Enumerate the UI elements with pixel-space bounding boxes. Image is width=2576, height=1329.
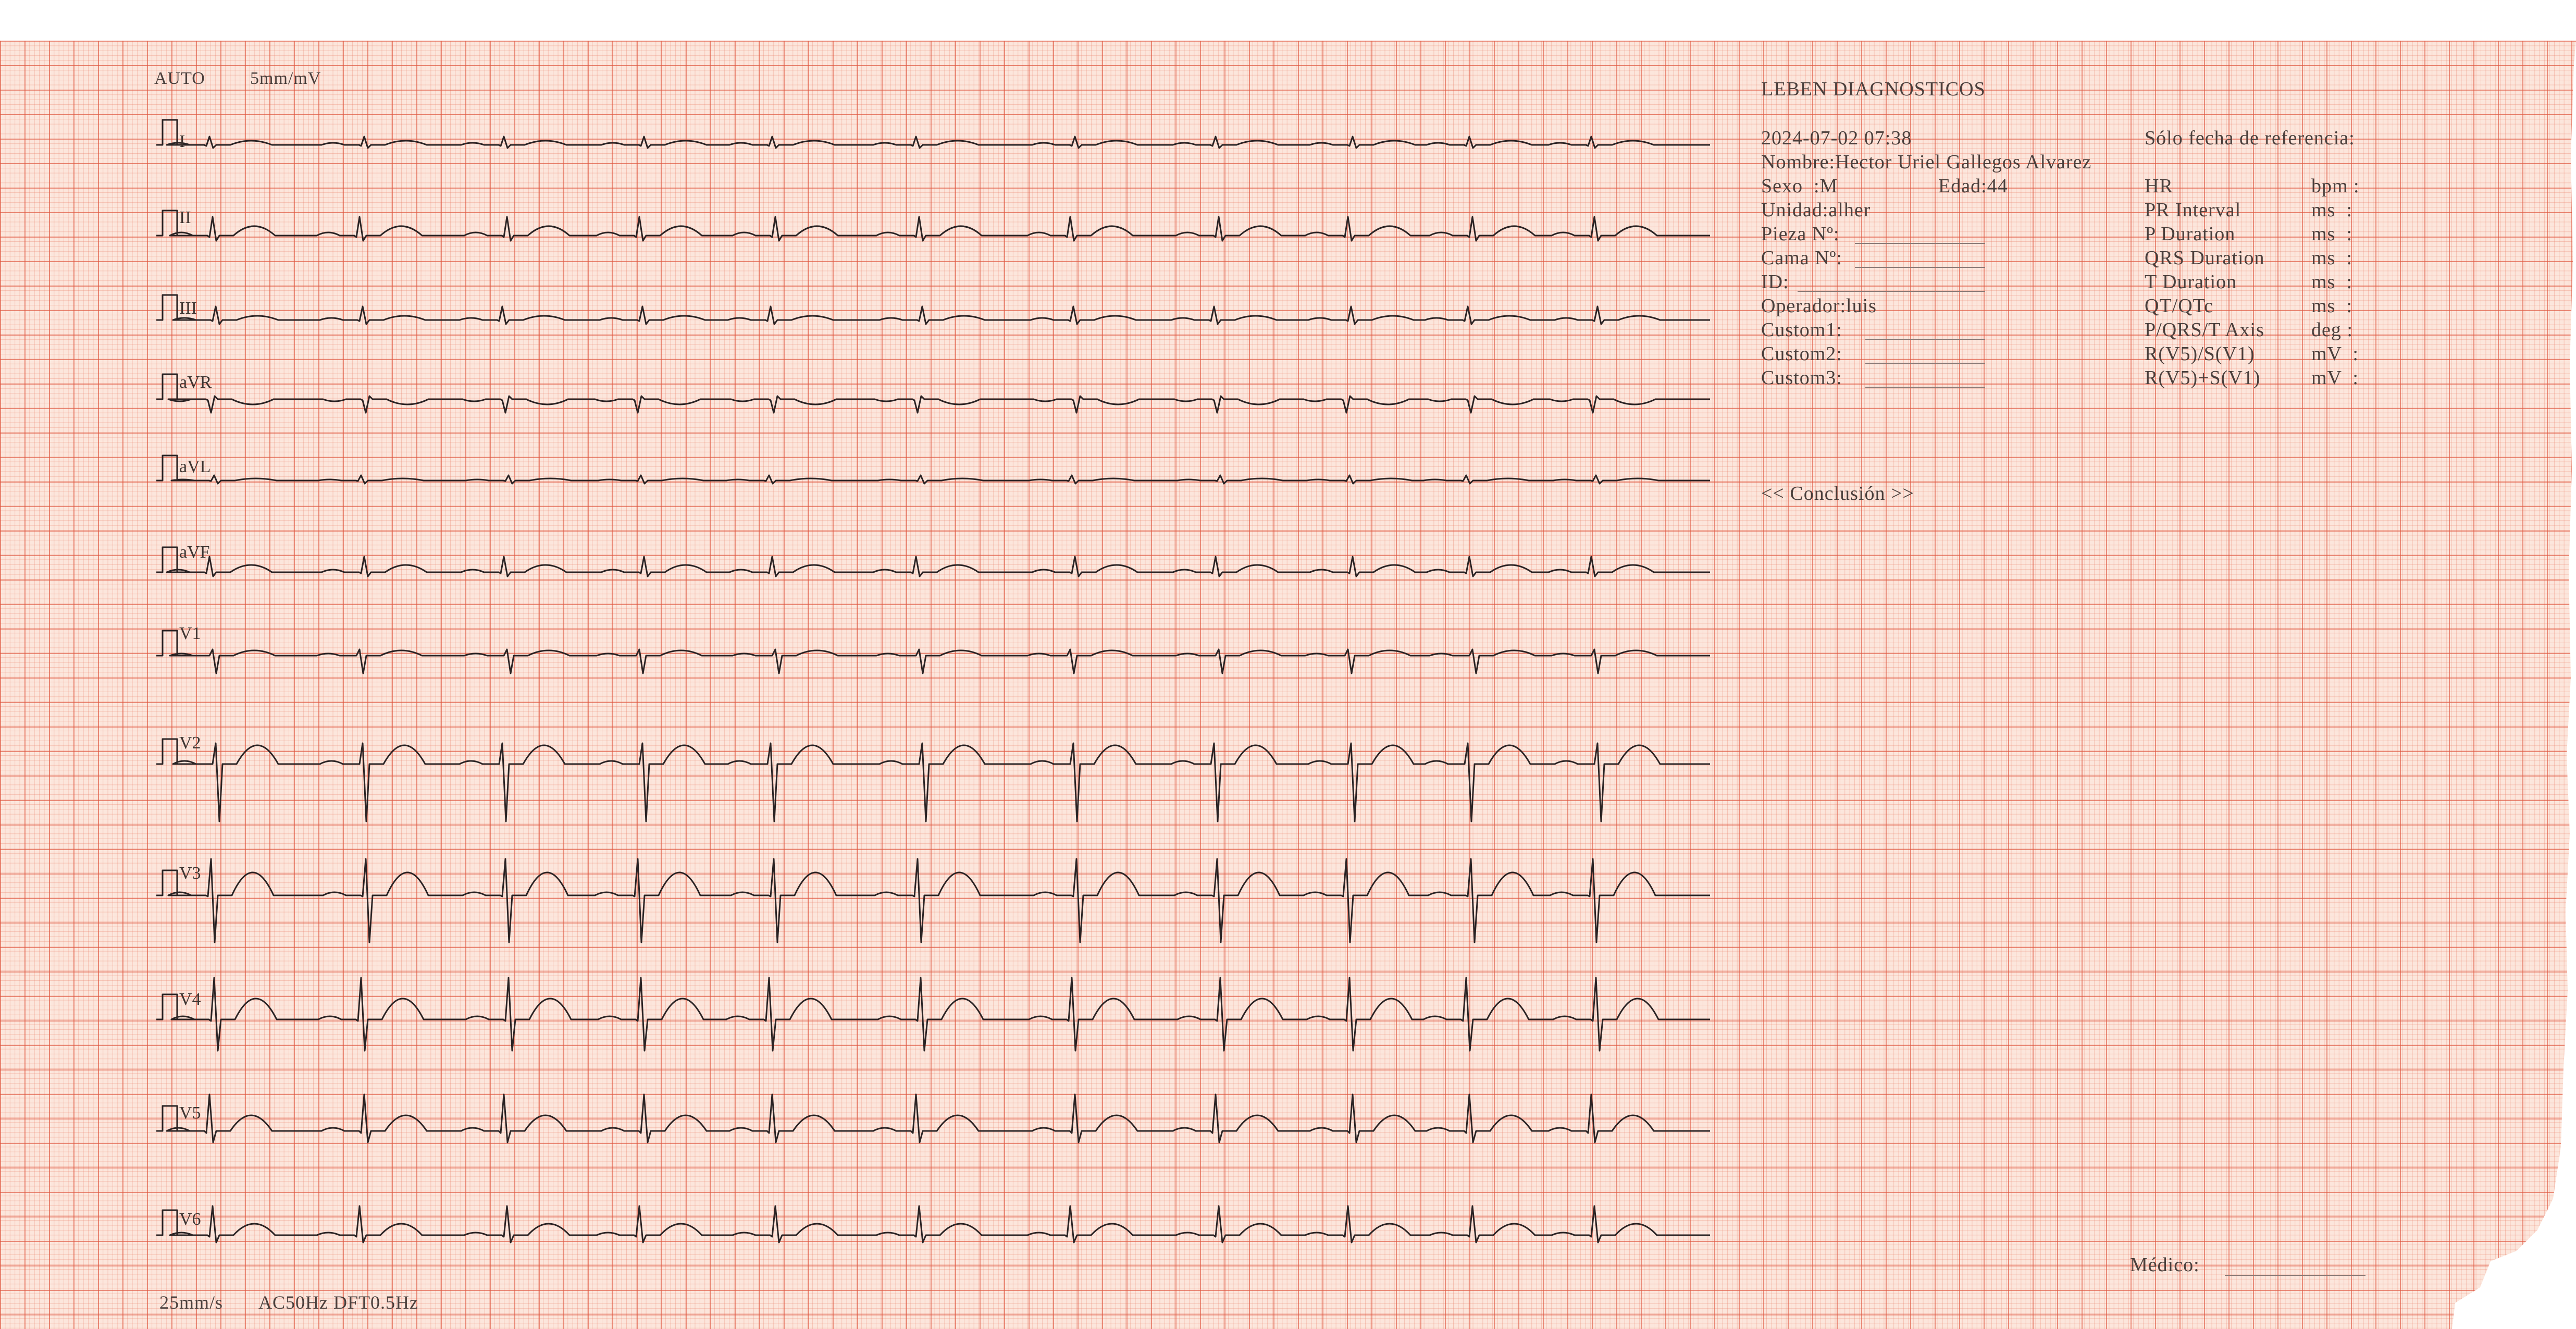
ecg-trace-I [156, 119, 1710, 149]
ecg-trace-aVF [156, 546, 1710, 577]
physician-signature-blank [2225, 1275, 2366, 1276]
lead-label-aVL: aVL [179, 457, 211, 476]
patient-sex: Sexo :M [1761, 175, 1838, 197]
measurement-unit-hr: bpm : [2311, 175, 2360, 197]
ecg-trace-aVR [156, 373, 1710, 414]
lead-label-V2: V2 [179, 733, 201, 753]
piece-number-blank [1855, 243, 1985, 244]
paper-speed-label: 25mm/s [159, 1292, 224, 1313]
measurement-label-axis: P/QRS/T Axis [2145, 319, 2264, 341]
measurement-label-hr: HR [2145, 175, 2173, 197]
custom2-blank [1865, 363, 1985, 364]
gain-label: 5mm/mV [250, 69, 321, 88]
ecg-trace-V5 [156, 1093, 1710, 1143]
custom1-field: Custom1: [1761, 319, 1842, 341]
custom2-field: Custom2: [1761, 343, 1842, 365]
lead-label-V3: V3 [179, 864, 201, 883]
id-blank [1798, 291, 1985, 292]
measurement-label-qt: QT/QTc [2145, 295, 2214, 317]
institution-name: LEBEN DIAGNOSTICOS [1761, 78, 1986, 100]
ecg-trace-V1 [156, 630, 1710, 674]
ecg-trace-V4 [156, 977, 1710, 1052]
custom3-blank [1865, 387, 1985, 388]
lead-label-aVF: aVF [179, 543, 210, 562]
measurement-unit-qrs: ms : [2311, 247, 2352, 269]
operator-name: Operador:luis [1761, 295, 1877, 317]
ecg-trace-V3 [156, 858, 1710, 943]
patient-name: Nombre:Hector Uriel Gallegos Alvarez [1761, 151, 2092, 173]
lead-label-I: I [179, 132, 185, 151]
patient-age: Edad:44 [1938, 175, 2008, 197]
measurement-unit-rv5-sv1-sum: mV : [2311, 367, 2359, 389]
physician-signature-label: Médico: [2130, 1254, 2200, 1276]
ecg-trace-II [156, 210, 1710, 242]
measurement-label-rv5-sv1-sum: R(V5)+S(V1) [2145, 367, 2261, 389]
ecg-trace-V2 [156, 738, 1710, 822]
custom1-blank [1865, 339, 1985, 340]
lead-label-III: III [179, 299, 197, 318]
measurement-label-qrs: QRS Duration [2145, 247, 2265, 269]
measurement-unit-pr: ms : [2311, 199, 2352, 221]
reference-date-note: Sólo fecha de referencia: [2145, 127, 2355, 149]
lead-label-V5: V5 [179, 1103, 201, 1123]
filter-settings-label: AC50Hz DFT0.5Hz [258, 1292, 418, 1313]
custom3-field: Custom3: [1761, 367, 1842, 389]
measurement-unit-axis: deg : [2311, 319, 2353, 341]
measurement-unit-qt: ms : [2311, 295, 2352, 317]
lead-label-aVR: aVR [179, 373, 212, 392]
lead-label-V1: V1 [179, 624, 201, 643]
patient-piece-number: Pieza Nº: [1761, 223, 1840, 245]
ecg-trace-III [156, 294, 1710, 325]
mode-label: AUTO [154, 69, 205, 88]
conclusion-heading: << Conclusión >> [1761, 483, 1914, 504]
lead-label-V4: V4 [179, 990, 201, 1009]
exam-datetime: 2024-07-02 07:38 [1761, 127, 1912, 149]
ecg-trace-V6 [156, 1205, 1710, 1244]
measurement-label-t-duration: T Duration [2145, 271, 2237, 293]
measurement-unit-p-duration: ms : [2311, 223, 2352, 245]
lead-label-V6: V6 [179, 1210, 201, 1229]
measurement-unit-t-duration: ms : [2311, 271, 2352, 293]
measurement-label-p-duration: P Duration [2145, 223, 2236, 245]
measurement-unit-rv5-sv1-ratio: mV : [2311, 343, 2359, 365]
measurement-label-rv5-sv1-ratio: R(V5)/S(V1) [2145, 343, 2255, 365]
lead-label-II: II [179, 208, 191, 227]
bed-number-blank [1855, 267, 1985, 268]
patient-unit: Unidad:alher [1761, 199, 1871, 221]
patient-bed-number: Cama Nº: [1761, 247, 1842, 269]
ecg-trace-aVL [156, 454, 1710, 485]
patient-id: ID: [1761, 271, 1789, 293]
measurement-label-pr: PR Interval [2145, 199, 2241, 221]
